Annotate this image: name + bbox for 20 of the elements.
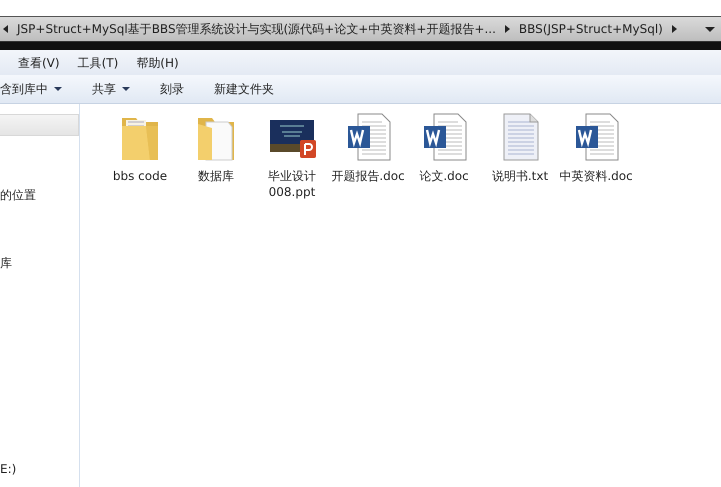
sidebar-item[interactable]: 的位置 <box>0 186 36 204</box>
breadcrumb-segment[interactable]: JSP+Struct+MySql基于BBS管理系统设计与实现(源代码+论文+中英资料+开题报告+... <box>17 20 496 38</box>
menu-item[interactable]: 查看(V) <box>18 54 60 72</box>
menu-item[interactable]: 工具(T) <box>78 54 118 72</box>
toolbar-button[interactable]: 共享 <box>92 80 130 98</box>
toolbar-button[interactable]: 含到库中 <box>0 80 62 98</box>
toolbar-button[interactable]: 刻录 <box>160 80 184 98</box>
file-name[interactable]: 毕业设计008.ppt <box>255 168 329 200</box>
file-name[interactable]: 说明书.txt <box>483 168 557 184</box>
menu-item[interactable]: 帮助(H) <box>136 54 179 72</box>
sidebar-item[interactable]: E:) <box>0 460 16 478</box>
sidebar-item[interactable]: 库 <box>0 254 12 272</box>
file-name[interactable]: 开题报告.doc <box>331 168 405 184</box>
file-name[interactable]: 中英资料.doc <box>559 168 633 184</box>
address-bar[interactable]: JSP+Struct+MySql基于BBS管理系统设计与实现(源代码+论文+中英资料+开题报告+... BBS(JSP+Struct+MySql) <box>0 16 721 42</box>
breadcrumb-segment[interactable]: BBS(JSP+Struct+MySql) <box>518 20 663 38</box>
toolbar-button[interactable]: 新建文件夹 <box>214 80 274 98</box>
file-name[interactable]: bbs code <box>103 168 177 184</box>
file-name[interactable]: 论文.doc <box>407 168 481 184</box>
file-name[interactable]: 数据库 <box>179 168 253 184</box>
